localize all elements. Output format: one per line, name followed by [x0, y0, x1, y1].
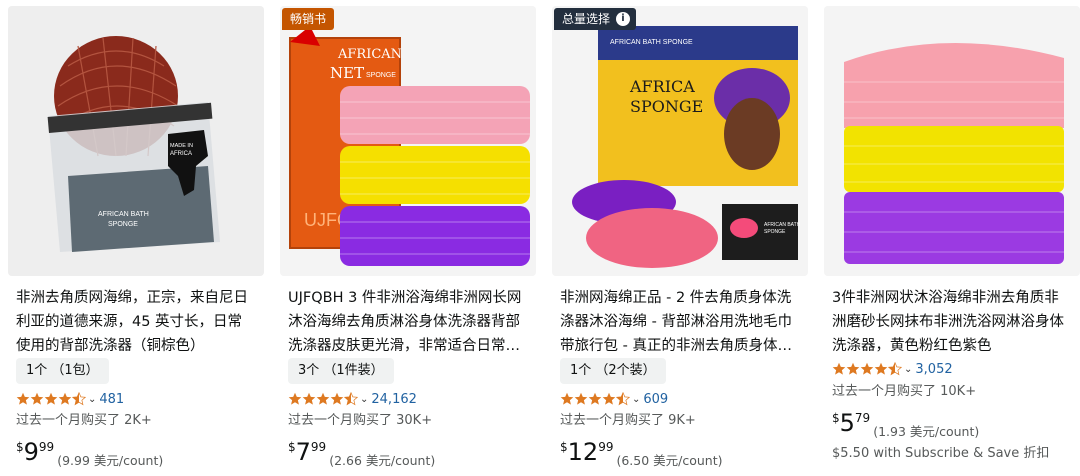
product-title[interactable]: UJFQBH 3 件非洲浴海绵非洲网长网沐浴海绵去角质淋浴身体洗涤器背部洗涤器皮… — [288, 286, 528, 358]
product-image-art: MADE IN AFRICA AFRICAN BATH SPONGE — [8, 6, 264, 276]
star-icon — [16, 392, 30, 405]
star-icon — [58, 392, 72, 405]
purchase-count: 过去一个月购买了 30K+ — [288, 413, 433, 428]
star-icon — [288, 392, 302, 405]
product-image-art — [824, 6, 1080, 276]
star-rating — [560, 392, 630, 406]
chevron-down-icon[interactable]: ⌄ — [632, 394, 640, 405]
price-fraction: 79 — [854, 411, 871, 425]
product-image[interactable]: MADE IN AFRICA AFRICAN BATH SPONGE — [8, 6, 264, 276]
best-seller-badge: 畅销书 — [282, 8, 335, 30]
product-image-art: AFRICAN BATH SPONGE AFRICA SPONGE AFRICA… — [552, 6, 808, 276]
image-label: SPONGE — [764, 229, 786, 235]
overall-pick-badge: 总量选择 i — [554, 8, 637, 30]
image-label: AFRICAN BATH — [98, 211, 149, 218]
product-grid: MADE IN AFRICA AFRICAN BATH SPONGE 非洲去角质… — [0, 0, 1080, 468]
price[interactable]: $ 5 79 (1.93 美元/count) — [832, 409, 979, 440]
review-count-link[interactable]: 481 — [99, 392, 124, 407]
review-count-link[interactable]: 3,052 — [915, 362, 952, 377]
price[interactable]: $ 12 99 (6.50 美元/count) — [560, 438, 723, 469]
star-icon — [832, 362, 846, 375]
variant-label[interactable]: 1个 （2个装） — [560, 358, 666, 384]
price-symbol: $ — [560, 440, 568, 454]
image-label: SPONGE — [108, 221, 138, 228]
purchase-count: 过去一个月购买了 9K+ — [560, 413, 696, 428]
star-rating — [16, 392, 86, 406]
star-icon — [44, 392, 58, 405]
price[interactable]: $ 7 99 (2.66 美元/count) — [288, 438, 435, 469]
info-icon[interactable]: i — [616, 12, 631, 26]
unit-price: (9.99 美元/count) — [57, 453, 164, 468]
variant-label[interactable]: 3个 （1件装） — [288, 358, 394, 384]
chevron-down-icon[interactable]: ⌄ — [360, 394, 368, 405]
rating-row[interactable]: ⌄ 24,162 — [288, 390, 417, 408]
star-half-icon — [344, 392, 358, 406]
product-card[interactable]: MADE IN AFRICA AFRICAN BATH SPONGE 非洲去角质… — [8, 6, 264, 476]
star-icon — [860, 362, 874, 375]
purchase-count: 过去一个月购买了 10K+ — [832, 384, 977, 399]
chevron-down-icon[interactable]: ⌄ — [88, 394, 96, 405]
image-label: AFRICAN — [337, 47, 402, 62]
star-icon — [302, 392, 316, 405]
purchase-count: 过去一个月购买了 2K+ — [16, 413, 152, 428]
price-fraction: 99 — [310, 440, 327, 454]
price[interactable]: $ 9 99 (9.99 美元/count) — [16, 438, 163, 469]
star-icon — [588, 392, 602, 405]
star-rating — [288, 392, 358, 406]
image-label: SPONGE — [630, 97, 703, 116]
price-whole: 5 — [839, 409, 855, 437]
badge-label: 总量选择 — [562, 12, 611, 26]
star-icon — [602, 392, 616, 405]
product-title[interactable]: 非洲网海绵正品 - 2 件去角质身体洗涤器沐浴海绵 - 背部淋浴用洗地毛巾带旅行… — [560, 286, 800, 358]
star-half-icon — [616, 392, 630, 406]
price-symbol: $ — [832, 411, 840, 425]
product-image-art: AFRICAN NET SPONGE UJFQ — [280, 6, 536, 276]
image-label: AFRICAN BATH SPONGE — [610, 39, 693, 46]
rating-row[interactable]: ⌄ 609 — [560, 390, 668, 408]
image-label: AFRICAN BATH — [764, 222, 801, 228]
price-symbol: $ — [288, 440, 296, 454]
review-count-link[interactable]: 24,162 — [371, 392, 417, 407]
unit-price: (6.50 美元/count) — [616, 453, 723, 468]
price-whole: 9 — [23, 438, 39, 466]
price-whole: 7 — [295, 438, 311, 466]
subscribe-save-text: $5.50 with Subscribe & Save 折扣 — [832, 446, 1050, 461]
star-icon — [30, 392, 44, 405]
image-label: MADE IN — [170, 143, 193, 149]
product-card[interactable]: AFRICAN BATH SPONGE AFRICA SPONGE AFRICA… — [552, 6, 808, 476]
price-fraction: 99 — [38, 440, 55, 454]
review-count-link[interactable]: 609 — [643, 392, 668, 407]
product-card[interactable]: 3件非洲网状沐浴海绵非洲去角质非洲磨砂长网抹布非洲洗浴网淋浴身体洗涤器，黄色粉红… — [824, 6, 1080, 476]
image-label: SPONGE — [366, 72, 396, 79]
image-label: AFRICA — [170, 151, 192, 157]
price-fraction: 99 — [598, 440, 614, 454]
chevron-down-icon[interactable]: ⌄ — [904, 364, 912, 375]
product-image[interactable]: AFRICAN NET SPONGE UJFQ 畅销书 — [280, 6, 536, 276]
rating-row[interactable]: ⌄ 3,052 — [832, 360, 953, 378]
product-image[interactable]: AFRICAN BATH SPONGE AFRICA SPONGE AFRICA… — [552, 6, 808, 276]
star-icon — [330, 392, 344, 405]
price-whole: 12 — [567, 438, 599, 466]
product-card[interactable]: AFRICAN NET SPONGE UJFQ 畅销书 UJFQBH 3 件非洲… — [280, 6, 536, 476]
product-image[interactable] — [824, 6, 1080, 276]
star-icon — [846, 362, 860, 375]
star-icon — [560, 392, 574, 405]
star-icon — [316, 392, 330, 405]
product-title[interactable]: 3件非洲网状沐浴海绵非洲去角质非洲磨砂长网抹布非洲洗浴网淋浴身体洗涤器，黄色粉红… — [832, 286, 1072, 358]
variant-label[interactable]: 1个 （1包） — [16, 358, 109, 384]
image-label: NET — [330, 64, 364, 82]
unit-price: (1.93 美元/count) — [873, 424, 980, 439]
star-icon — [574, 392, 588, 405]
product-title[interactable]: 非洲去角质网海绵，正宗，来自尼日利亚的道德来源，45 英寸长，日常使用的背部洗涤… — [16, 286, 256, 358]
star-half-icon — [72, 392, 86, 406]
rating-row[interactable]: ⌄ 481 — [16, 390, 124, 408]
star-half-icon — [888, 362, 902, 376]
unit-price: (2.66 美元/count) — [329, 453, 436, 468]
price-symbol: $ — [16, 440, 24, 454]
star-icon — [874, 362, 888, 375]
star-rating — [832, 362, 902, 376]
image-label: AFRICA — [629, 77, 695, 96]
